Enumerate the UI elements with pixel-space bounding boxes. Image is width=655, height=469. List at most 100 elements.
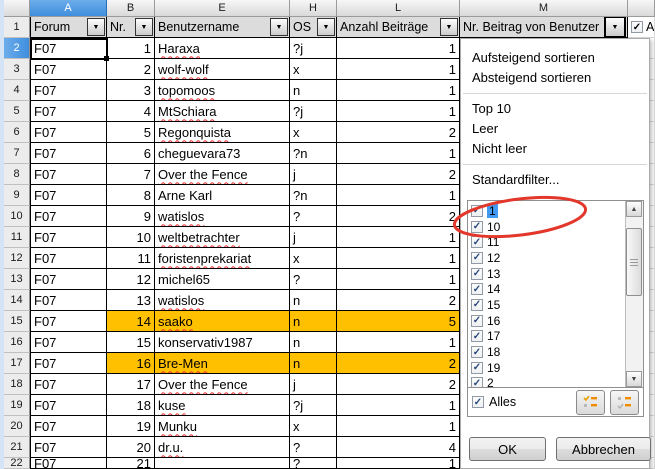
row-header-12[interactable]: 12	[4, 248, 30, 269]
cell-forum[interactable]: F07	[30, 248, 107, 269]
cell-forum[interactable]: F07	[30, 206, 107, 227]
cell-anzahl-beitraege[interactable]: 1	[337, 59, 460, 80]
row-header-21[interactable]: 21	[4, 437, 30, 458]
cell-benutzername[interactable]: topomoos	[155, 80, 290, 101]
column-header-A[interactable]: A	[30, 0, 107, 17]
filter-value-item-12[interactable]: ✓12	[468, 250, 625, 266]
cell-benutzername[interactable]: Haraxa	[155, 38, 290, 59]
uncheck-selected-button[interactable]	[610, 390, 639, 415]
filter-value-item-1[interactable]: ✓1	[468, 203, 625, 219]
row-header-8[interactable]: 8	[4, 164, 30, 185]
cell-os[interactable]: x	[290, 416, 337, 437]
row-header-7[interactable]: 7	[4, 143, 30, 164]
column-header-B[interactable]: B	[107, 0, 155, 17]
value-checkbox-14[interactable]: ✓	[471, 283, 483, 295]
cell-anzahl-beitraege[interactable]: 2	[337, 206, 460, 227]
cell-nr[interactable]: 19	[107, 416, 155, 437]
row-header-17[interactable]: 17	[4, 353, 30, 374]
cell-benutzername[interactable]: kuse	[155, 395, 290, 416]
cell-forum[interactable]: F07	[30, 38, 107, 59]
cell-benutzername[interactable]: saako	[155, 311, 290, 332]
cell-anzahl-beitraege[interactable]: 1	[337, 227, 460, 248]
cell-forum[interactable]: F07	[30, 353, 107, 374]
cell-os[interactable]: ?	[290, 206, 337, 227]
cell-benutzername[interactable]: dr.u.	[155, 437, 290, 458]
filter-value-item-13[interactable]: ✓13	[468, 266, 625, 282]
cell-nr[interactable]: 1	[107, 38, 155, 59]
scroll-down-button[interactable]: ▼	[626, 371, 642, 387]
cell-nr[interactable]: 15	[107, 332, 155, 353]
cell-benutzername[interactable]: konservativ1987	[155, 332, 290, 353]
scroll-up-button[interactable]: ▲	[626, 201, 642, 217]
cell-anzahl-beitraege[interactable]: 1	[337, 395, 460, 416]
cell-anzahl-beitraege[interactable]: 1	[337, 248, 460, 269]
row-header-1[interactable]: 1	[4, 17, 30, 38]
cell-os[interactable]: n	[290, 311, 337, 332]
cell-forum[interactable]: F07	[30, 59, 107, 80]
cell-nr[interactable]: 12	[107, 269, 155, 290]
filter-value-item-18[interactable]: ✓18	[468, 344, 625, 360]
cell-nr[interactable]: 9	[107, 206, 155, 227]
cell-benutzername[interactable]: Regonquista	[155, 122, 290, 143]
cell-nr[interactable]: 8	[107, 185, 155, 206]
cell-os[interactable]: x	[290, 122, 337, 143]
row-header-16[interactable]: 16	[4, 332, 30, 353]
cell-anzahl-beitraege[interactable]: 1	[337, 458, 460, 469]
menu-item-leer[interactable]: Leer	[461, 119, 649, 139]
cell-nr[interactable]: 20	[107, 437, 155, 458]
row-header-18[interactable]: 18	[4, 374, 30, 395]
filter-value-item-19[interactable]: ✓19	[468, 360, 625, 376]
check-selected-button[interactable]	[576, 390, 605, 415]
column-header-L[interactable]: L	[337, 0, 460, 17]
cell-nr[interactable]: 7	[107, 164, 155, 185]
menu-item-standardfilter[interactable]: Standardfilter...	[461, 170, 649, 190]
cell-os[interactable]: ?n	[290, 185, 337, 206]
cell-anzahl-beitraege[interactable]: 1	[337, 38, 460, 59]
sheet-checkbox[interactable]: ✓	[631, 21, 643, 33]
cell-forum[interactable]: F07	[30, 185, 107, 206]
cell-forum[interactable]: F07	[30, 416, 107, 437]
value-checkbox-10[interactable]: ✓	[471, 221, 483, 233]
cell-forum[interactable]: F07	[30, 311, 107, 332]
filter-value-item-11[interactable]: ✓11	[468, 234, 625, 250]
row-header-11[interactable]: 11	[4, 227, 30, 248]
cell-forum[interactable]: F07	[30, 80, 107, 101]
filter-button-nr[interactable]: ▼	[135, 18, 153, 36]
filter-value-item-16[interactable]: ✓16	[468, 313, 625, 329]
cell-benutzername[interactable]: Munku	[155, 416, 290, 437]
filter-button-forum[interactable]: ▼	[87, 18, 105, 36]
cell-anzahl-beitraege[interactable]: 4	[337, 437, 460, 458]
cell-forum[interactable]: F07	[30, 227, 107, 248]
cancel-button[interactable]: Abbrechen	[556, 437, 651, 461]
cell-benutzername[interactable]: Over the Fence	[155, 164, 290, 185]
cell-os[interactable]: ?j	[290, 38, 337, 59]
value-checkbox-1[interactable]: ✓	[471, 205, 483, 217]
cell-os[interactable]: ?j	[290, 395, 337, 416]
cell-benutzername[interactable]: Arne Karl	[155, 185, 290, 206]
cell-nr[interactable]: 16	[107, 353, 155, 374]
value-checkbox-2[interactable]: ✓	[471, 377, 483, 387]
cell-forum[interactable]: F07	[30, 290, 107, 311]
cell-benutzername[interactable]: watislos	[155, 290, 290, 311]
cell-os[interactable]: j	[290, 374, 337, 395]
cell-os[interactable]: ?	[290, 437, 337, 458]
row-header-14[interactable]: 14	[4, 290, 30, 311]
filter-value-item-10[interactable]: ✓10	[468, 219, 625, 235]
cell-os[interactable]: ?n	[290, 143, 337, 164]
cell-anzahl-beitraege[interactable]: 2	[337, 290, 460, 311]
row-header-10[interactable]: 10	[4, 206, 30, 227]
cell-benutzername[interactable]	[155, 458, 290, 469]
column-header-clipped[interactable]	[628, 0, 655, 17]
menu-item-absteigend-sortieren[interactable]: Absteigend sortieren	[461, 68, 649, 88]
cell-os[interactable]: ?j	[290, 101, 337, 122]
value-checkbox-19[interactable]: ✓	[471, 362, 483, 374]
cell-nr[interactable]: 4	[107, 101, 155, 122]
cell-forum[interactable]: F07	[30, 143, 107, 164]
scrollbar[interactable]: ▲ ▼	[625, 201, 643, 387]
cell-nr[interactable]: 21	[107, 458, 155, 469]
value-checkbox-16[interactable]: ✓	[471, 315, 483, 327]
menu-item-nicht-leer[interactable]: Nicht leer	[461, 139, 649, 159]
value-checkbox-18[interactable]: ✓	[471, 346, 483, 358]
cell-forum[interactable]: F07	[30, 269, 107, 290]
cell-benutzername[interactable]: watislos	[155, 206, 290, 227]
